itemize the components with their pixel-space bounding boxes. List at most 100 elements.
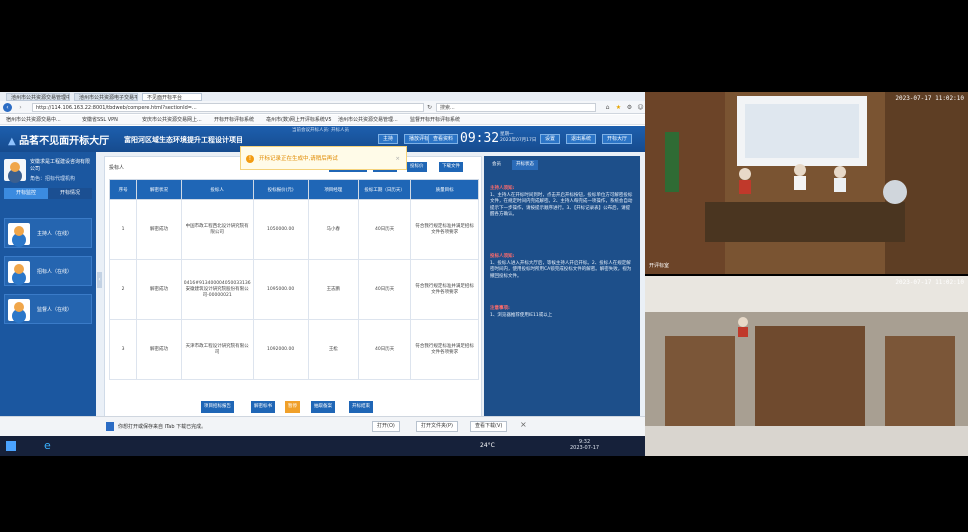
video-caption: 开评标室 — [649, 263, 670, 269]
download-button[interactable]: 下载文件 — [439, 162, 463, 172]
project-title: 富阳河区域生态环境提升工程设计项目 — [124, 136, 243, 144]
settings-icon[interactable]: ⚙ — [625, 103, 634, 112]
clock: 09:32 — [460, 131, 500, 146]
browser-tab[interactable]: 池州市公共资源交易管理中心 — [6, 93, 70, 101]
cell-bidder: 0416#913400004050033136安徽建筑设计研究院股份有限公司-0… — [180, 259, 254, 320]
person-supervisor[interactable]: 监督人（在线） — [4, 294, 92, 324]
close-icon[interactable]: × — [395, 147, 400, 171]
system-clock: 9:32 2023-07-17 — [570, 439, 600, 451]
cell-decrypt: 解密成功 — [136, 199, 182, 260]
cell-bidder: 中国市政工程西北设计研究院有限公司 — [180, 199, 254, 260]
close-icon[interactable]: × — [520, 420, 527, 429]
table-row[interactable]: 3 解密成功 天津市政工程设计研究院有限公司 1092000.00 王松 40日… — [108, 319, 479, 380]
tab-monitor[interactable]: 开标监控 — [4, 188, 48, 199]
settings-button[interactable]: 设置 — [540, 134, 561, 144]
host-button[interactable]: 主持 — [378, 134, 399, 144]
back-icon[interactable]: ‹ — [3, 103, 12, 112]
col-header: 解密状况 — [136, 179, 182, 200]
favorite-link[interactable]: 监督开标开标评标系统 — [410, 116, 460, 124]
favorite-link[interactable]: 宿州市公共资源交易中... — [6, 116, 61, 124]
favorite-link[interactable]: 亳州市(数)网上开评标系统V5 — [266, 116, 332, 124]
table-header-row: 序号 解密状况 投标人 投标报价(元) 项目经理 投标工期（日历天） 质量目标 — [108, 179, 479, 200]
favorite-link[interactable]: 池州市公共资源交易管理... — [338, 116, 398, 124]
favorites-icon[interactable]: ★ — [614, 103, 623, 112]
avatar — [8, 299, 30, 321]
open-button[interactable]: 打开(O) — [372, 421, 400, 432]
logout-button[interactable]: 退出系统 — [566, 134, 597, 144]
col-header: 项目经理 — [307, 179, 359, 200]
online-info: 当前会议开标人员: 开标人员 — [292, 128, 349, 133]
cell-quality: 符合我行规定标准并满足招标文件各项要求 — [410, 259, 479, 320]
start-icon[interactable] — [6, 441, 16, 451]
cell-index: 3 — [108, 319, 138, 380]
notice-attention: 注意事项: 1、浏览器推荐使用IE11或以上 — [490, 306, 553, 318]
left-tabs: 开标监控 开标情况 — [4, 188, 92, 199]
cell-quality: 符合我行规定标准并满足招标文件各项要求 — [410, 199, 479, 260]
url-input[interactable]: http://114.106.163.22:8001/tbdweb/comper… — [32, 103, 424, 112]
cell-price: 1092000.00 — [252, 319, 309, 380]
org-name: 安徽求是工程建设咨询有限公司 — [30, 159, 91, 172]
cell-price: 1095000.00 — [252, 259, 309, 320]
favorite-link[interactable]: 安徽省SSL VPN — [82, 116, 118, 124]
end-opening-button[interactable]: 开标结束 — [349, 401, 373, 413]
smiley-icon[interactable]: ☺ — [636, 103, 645, 112]
cell-bidder: 天津市政工程设计研究院有限公司 — [180, 319, 254, 380]
table-row[interactable]: 2 解密成功 0416#913400004050033136安徽建筑设计研究院股… — [108, 259, 479, 320]
view-downloads-button[interactable]: 查看下载(V) — [470, 421, 508, 432]
video-timestamp: 2023-07-17 11:02:10 — [895, 279, 964, 286]
pause-button[interactable]: 暂停 — [285, 401, 300, 413]
notice-bidder: 投标人须知: 1、投标人进入开标大厅后，等候主持人开启开标。2、投标人在规定解密… — [490, 254, 632, 279]
cell-decrypt: 解密成功 — [136, 259, 182, 320]
tab-status[interactable]: 开标情况 — [48, 188, 92, 199]
cell-price: 1050000.00 — [252, 199, 309, 260]
tab-opening-status[interactable]: 开标状态 — [512, 160, 538, 170]
collapse-left-icon[interactable]: ‹ — [97, 272, 102, 288]
col-header: 投标人 — [180, 179, 254, 200]
forward-icon[interactable]: › — [16, 103, 25, 112]
materials-button[interactable]: 查看资料 — [428, 134, 459, 144]
favorite-link[interactable]: 开标开标评标系统 — [214, 116, 254, 124]
cell-manager: 马小春 — [307, 199, 359, 260]
person-tenderee[interactable]: 招标人（在线） — [4, 256, 92, 286]
col-header: 投标工期（日历天） — [357, 179, 412, 200]
decrypt-button[interactable]: 解密标书 — [251, 401, 275, 413]
alert-toast: ! 开标记录正在生成中,请稍后再试 × — [240, 146, 407, 170]
cell-manager: 王志鹏 — [307, 259, 359, 320]
app-logo: ▲ 品茗不见面开标大厅 — [8, 136, 110, 147]
open-folder-button[interactable]: 打开文件夹(P) — [416, 421, 458, 432]
cell-period: 40日历天 — [357, 259, 412, 320]
bidders-table: 序号 解密状况 投标人 投标报价(元) 项目经理 投标工期（日历天） 质量目标 … — [108, 179, 479, 380]
draw-record-button[interactable]: 抽取备案 — [311, 401, 335, 413]
cell-index: 1 — [108, 199, 138, 260]
video-feed-room: 2023-07-17 11:02:10 开评标室 — [645, 92, 968, 274]
refresh-icon[interactable]: ↻ — [425, 103, 434, 112]
bid-price-button[interactable]: 投标价 — [407, 162, 427, 172]
hall-button[interactable]: 开标大厅 — [602, 134, 633, 144]
search-input[interactable]: 搜索... — [436, 103, 596, 112]
download-bar: 你想打开或保存来自 ITab 下载已完成。 打开(O) 打开文件夹(P) 查看下… — [0, 416, 645, 436]
col-header: 投标报价(元) — [252, 179, 309, 200]
browser-icon[interactable]: e — [44, 439, 51, 452]
home-icon[interactable]: ⌂ — [603, 103, 612, 112]
video-timestamp: 2023-07-17 11:02:10 — [895, 95, 964, 102]
cell-period: 40日历天 — [357, 199, 412, 260]
tender-report-button[interactable]: 项目招标报告 — [201, 401, 234, 413]
room-video-image — [645, 92, 968, 274]
org-card: 安徽求是工程建设咨询有限公司 角色：招标代理机构 — [4, 157, 92, 185]
panel-title: 投标人 — [109, 165, 125, 171]
cell-quality: 符合我行规定标准并满足招标文件各项要求 — [410, 319, 479, 380]
download-message: 你想打开或保存来自 ITab 下载已完成。 — [118, 424, 207, 430]
browser-tab[interactable]: 池州市公共资源电子交易平台 — [74, 93, 138, 101]
cell-decrypt: 解密成功 — [136, 319, 182, 380]
browser-tab-active[interactable]: 不见面开标平台 — [142, 93, 202, 101]
favorite-link[interactable]: 安庆市公共资源交易网上... — [142, 116, 202, 124]
notice-host: 主持人须知: 1、主持人在开标时间到时，点击开启开标按钮，投标单位方可解密投标文… — [490, 186, 633, 217]
table-row[interactable]: 1 解密成功 中国市政工程西北设计研究院有限公司 1050000.00 马小春 … — [108, 199, 479, 260]
person-host[interactable]: 主持人（在线） — [4, 218, 92, 248]
favorites-bar: 宿州市公共资源交易中... 安徽省SSL VPN 安庆市公共资源交易网上... … — [0, 115, 645, 125]
notice-panel: 会员 开标状态 主持人须知: 1、主持人在开标时间到时，点击开启开标按钮，投标单… — [484, 156, 640, 428]
tab-member[interactable]: 会员 — [488, 160, 505, 170]
avatar — [4, 159, 26, 181]
avatar — [8, 261, 30, 283]
org-role: 角色：招标代理机构 — [30, 176, 76, 182]
